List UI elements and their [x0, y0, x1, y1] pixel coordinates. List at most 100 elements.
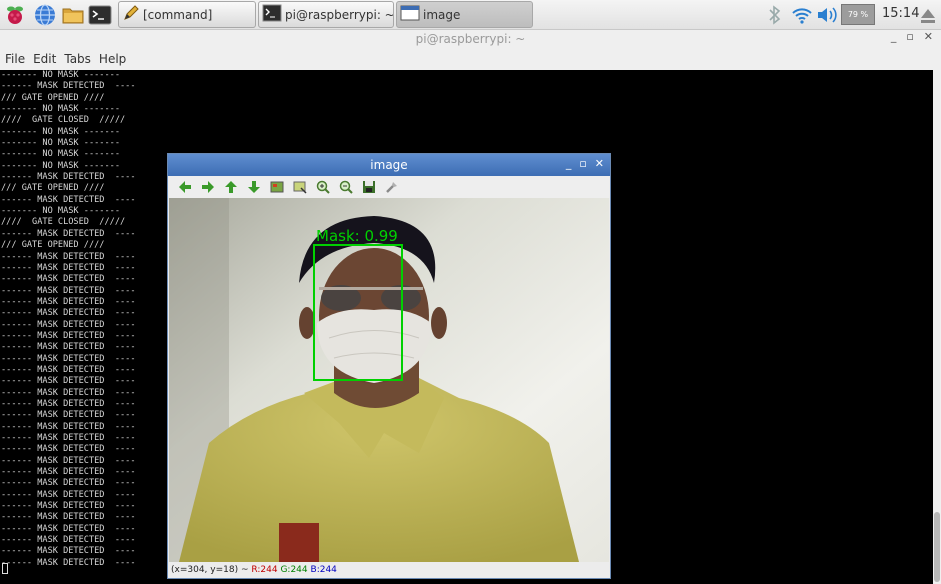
image-window-controls: _ ▫ ✕	[566, 157, 604, 170]
terminal-line: //// GATE CLOSED /////	[1, 115, 126, 126]
terminal-line: ------ MASK DETECTED ----	[1, 387, 136, 398]
task-label: [command]	[143, 7, 213, 22]
pan-down-icon[interactable]	[245, 178, 263, 196]
camera-frame[interactable]: Mask: 0.99	[169, 198, 609, 562]
terminal-line: ------- NO MASK -------	[1, 149, 120, 160]
wifi-icon[interactable]	[790, 3, 814, 27]
menu-edit[interactable]: Edit	[33, 52, 56, 66]
file-manager-icon[interactable]	[61, 3, 85, 27]
volume-icon[interactable]	[815, 3, 839, 27]
minimize-icon[interactable]: _	[891, 30, 897, 43]
clock[interactable]: 15:14	[882, 6, 919, 21]
terminal-line: ------- NO MASK -------	[1, 206, 120, 217]
maximize-icon[interactable]: ▫	[579, 157, 586, 170]
menu-tabs[interactable]: Tabs	[64, 52, 91, 66]
terminal-line: ------ MASK DETECTED ----	[1, 251, 136, 262]
image-toolbar	[168, 176, 610, 198]
cpu-monitor[interactable]: 79 %	[841, 4, 875, 25]
close-icon[interactable]: ✕	[595, 157, 604, 170]
terminal-line: ------ MASK DETECTED ----	[1, 364, 136, 375]
terminal-line: /// GATE OPENED ////	[1, 240, 105, 251]
pixel-red: R:244	[251, 565, 278, 575]
pan-left-icon[interactable]	[176, 178, 194, 196]
terminal-line: ------- NO MASK -------	[1, 160, 120, 171]
window-icon	[400, 4, 420, 25]
pixel-green: G:244	[280, 565, 308, 575]
detection-label: Mask: 0.99	[316, 227, 398, 245]
terminal-line: ------ MASK DETECTED ----	[1, 489, 136, 500]
maximize-icon[interactable]: ▫	[906, 30, 913, 43]
terminal-line: /// GATE OPENED ////	[1, 183, 105, 194]
raspberry-menu-icon[interactable]	[3, 3, 27, 27]
zoom-in-icon[interactable]	[314, 178, 332, 196]
terminal-cursor	[2, 563, 8, 574]
terminal-line: ------ MASK DETECTED ----	[1, 194, 136, 205]
pixel-blue: B:244	[310, 565, 337, 575]
terminal-title: pi@raspberrypi: ~	[415, 32, 526, 46]
task-command[interactable]: [command]	[118, 1, 256, 28]
terminal-line: ------ MASK DETECTED ----	[1, 172, 136, 183]
terminal-line: ------ MASK DETECTED ----	[1, 557, 136, 568]
cursor-coords: (x=304, y=18) ~	[171, 565, 249, 575]
terminal-line: ------ MASK DETECTED ----	[1, 546, 136, 557]
terminal-line: ------ MASK DETECTED ----	[1, 444, 136, 455]
menu-help[interactable]: Help	[99, 52, 126, 66]
terminal-line: ------- NO MASK -------	[1, 104, 120, 115]
terminal-line: ------ MASK DETECTED ----	[1, 274, 136, 285]
terminal-line: ------ MASK DETECTED ----	[1, 353, 136, 364]
terminal-line: /// GATE OPENED ////	[1, 92, 105, 103]
terminal-titlebar: pi@raspberrypi: ~	[0, 30, 941, 48]
image-window[interactable]: image _ ▫ ✕ Mask: 0.99 (x=304, y=18) ~ R…	[167, 153, 611, 579]
terminal-icon[interactable]	[88, 3, 112, 27]
terminal-line: ------ MASK DETECTED ----	[1, 433, 136, 443]
terminal-line: ------ MASK DETECTED ----	[1, 308, 136, 319]
close-icon[interactable]: ✕	[924, 30, 933, 43]
terminal-line: ------ MASK DETECTED ----	[1, 523, 136, 534]
minimize-icon[interactable]: _	[566, 157, 572, 170]
save-icon[interactable]	[360, 178, 378, 196]
terminal-lines: ------- NO MASK ------- ------ MASK DETEC…	[1, 70, 136, 569]
taskbar: [command] pi@raspberrypi: ~ image 79 % 1…	[0, 0, 941, 30]
image-statusbar: (x=304, y=18) ~ R:244 G:244 B:244	[168, 562, 610, 578]
terminal-line: ------ MASK DETECTED ----	[1, 319, 136, 330]
text-editor-icon	[122, 4, 140, 25]
image-window-title: image	[370, 158, 408, 172]
zoom-out-icon[interactable]	[337, 178, 355, 196]
terminal-line: ------- NO MASK -------	[1, 70, 120, 80]
terminal-line: ------ MASK DETECTED ----	[1, 455, 136, 466]
pan-up-icon[interactable]	[222, 178, 240, 196]
cpu-label: 79 %	[847, 10, 869, 19]
terminal-line: ------ MASK DETECTED ----	[1, 262, 136, 273]
terminal-scrollbar[interactable]	[933, 70, 941, 584]
terminal-line: ------ MASK DETECTED ----	[1, 285, 136, 296]
terminal-line: ------ MASK DETECTED ----	[1, 467, 136, 478]
camera-photo	[169, 198, 609, 562]
properties-icon[interactable]	[383, 178, 401, 196]
terminal-line: ------ MASK DETECTED ----	[1, 330, 136, 341]
task-label: image	[423, 7, 461, 22]
terminal-line: //// GATE CLOSED /////	[1, 217, 126, 228]
terminal-line: ------ MASK DETECTED ----	[1, 228, 136, 239]
terminal-line: ------ MASK DETECTED ----	[1, 398, 136, 409]
eject-icon[interactable]	[918, 3, 941, 27]
terminal-line: ------ MASK DETECTED ----	[1, 512, 136, 523]
terminal-line: ------ MASK DETECTED ----	[1, 535, 136, 546]
terminal-icon	[262, 4, 282, 25]
menu-file[interactable]: File	[5, 52, 25, 66]
terminal-window-controls: _ ▫ ✕	[891, 30, 933, 43]
terminal-line: ------ MASK DETECTED ----	[1, 501, 136, 512]
task-terminal[interactable]: pi@raspberrypi: ~	[258, 1, 394, 28]
task-image[interactable]: image	[396, 1, 533, 28]
bluetooth-icon[interactable]	[764, 3, 788, 27]
web-browser-icon[interactable]	[33, 3, 57, 27]
terminal-line: ------- NO MASK -------	[1, 126, 120, 137]
terminal-line: ------ MASK DETECTED ----	[1, 421, 136, 432]
zoom-fit-icon[interactable]	[268, 178, 286, 196]
image-window-titlebar[interactable]: image _ ▫ ✕	[168, 154, 610, 176]
terminal-line: ------ MASK DETECTED ----	[1, 410, 136, 421]
scrollbar-thumb[interactable]	[934, 512, 940, 582]
pan-right-icon[interactable]	[199, 178, 217, 196]
terminal-line: ------ MASK DETECTED ----	[1, 342, 136, 353]
zoom-region-icon[interactable]	[291, 178, 309, 196]
terminal-line: ------ MASK DETECTED ----	[1, 376, 136, 387]
